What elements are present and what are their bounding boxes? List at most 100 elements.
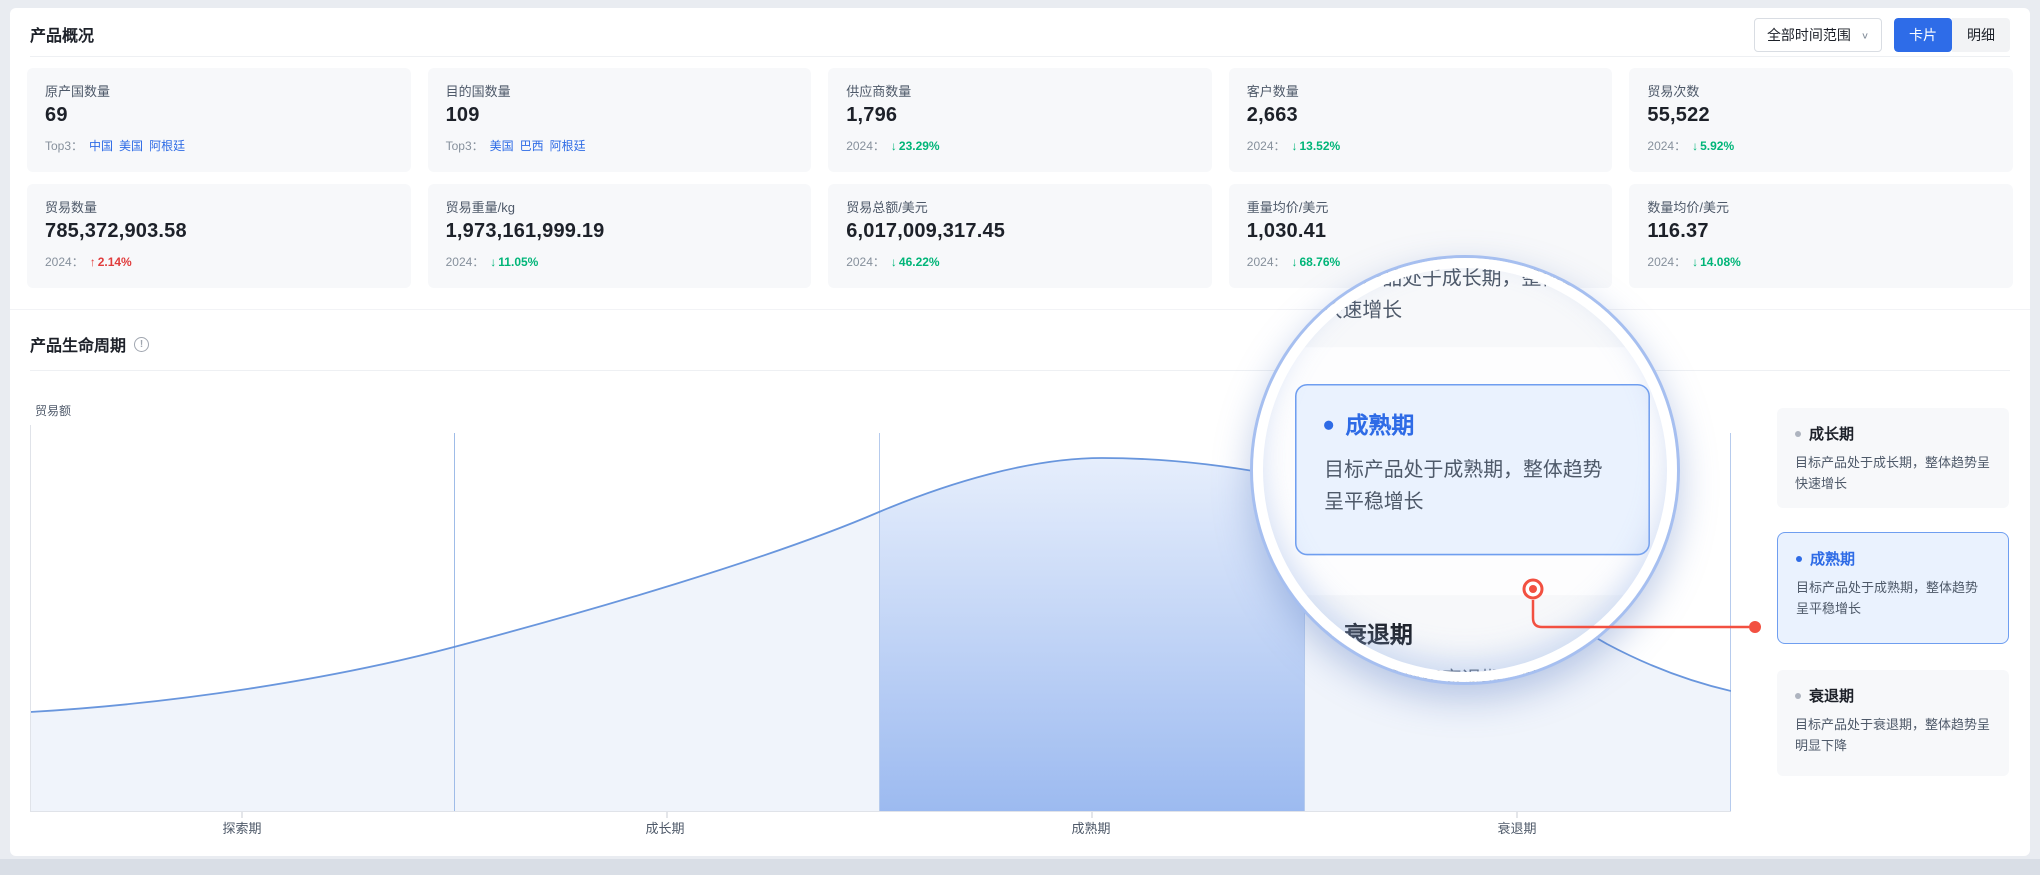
stat-label: 客户数量 [1247,81,1595,100]
stat-label: 数量均价/美元 [1647,197,1995,216]
stat-value: 1,973,161,999.19 [446,220,794,243]
top3-link[interactable]: 美国 [119,137,143,154]
stage-dot-icon [1795,431,1801,437]
year-label: 2024： [45,253,84,270]
stage-dot-icon [1324,420,1333,429]
stat-card-trade-weight: 贸易重量/kg 1,973,161,999.19 2024： ↓11.05% [428,184,812,288]
top3-link[interactable]: 阿根廷 [149,137,185,154]
stat-value: 785,372,903.58 [45,220,393,243]
dashboard: 产品概况 全部时间范围 ∨ 卡片 明细 原产国数量 69 Top3： 中国 美国 [0,0,2040,875]
stat-card-trade-quantity: 贸易数量 785,372,903.58 2024： ↑2.14% [27,184,411,288]
stage-dot-icon [1795,693,1801,699]
connector-end-dot [1749,621,1761,633]
stage-dot-icon [1796,556,1802,562]
stage-dot-icon [1323,630,1332,639]
stat-footnote: 2024： ↓14.08% [1647,253,1995,270]
year-label: 2024： [446,253,485,270]
stat-value: 1,796 [846,104,1194,127]
stat-card-customers: 客户数量 2,663 2024： ↓13.52% [1229,68,1613,172]
delta-badge: ↓13.52% [1292,139,1341,153]
view-toggle: 卡片 明细 [1894,18,2010,52]
stat-label: 原产国数量 [45,81,393,100]
stat-value: 6,017,009,317.45 [846,220,1194,243]
legend-card-maturity[interactable]: 成熟期 目标产品处于成熟期，整体趋势呈平稳增长 [1777,532,2009,644]
stage-label-maturity: 成熟期 [1021,818,1161,837]
delta-badge: ↓46.22% [891,255,940,269]
stat-card-origin-countries: 原产国数量 69 Top3： 中国 美国 阿根廷 [27,68,411,172]
view-card-button[interactable]: 卡片 [1894,18,1952,52]
arrow-down-icon: ↓ [1692,255,1698,269]
stat-card-grid: 原产国数量 69 Top3： 中国 美国 阿根廷 目的国数量 109 Top3：… [27,68,2013,288]
stat-footnote: Top3： 美国 巴西 阿根廷 [446,137,794,154]
stat-label: 贸易总额/美元 [846,197,1194,216]
stat-value: 2,663 [1247,104,1595,127]
stat-card-suppliers: 供应商数量 1,796 2024： ↓23.29% [828,68,1212,172]
year-label: 2024： [846,253,885,270]
stat-footnote: 2024： ↑2.14% [45,253,393,270]
magnified-legend-decline: 衰退期 目标产品处于衰退期，整体趋势呈明显下降 [1295,595,1650,685]
stat-footnote: 2024： ↓13.52% [1247,137,1595,154]
stat-value: 69 [45,104,393,127]
lifecycle-title: 产品生命周期 [30,332,126,356]
stat-label: 贸易数量 [45,197,393,216]
arrow-down-icon: ↓ [1292,139,1298,153]
delta-badge: ↓5.92% [1692,139,1734,153]
time-range-value: 全部时间范围 [1767,25,1851,45]
header-divider [30,56,2010,57]
lifecycle-title-row: 产品生命周期 ! [30,332,149,356]
delta-badge: ↓11.05% [490,255,538,269]
overview-controls: 全部时间范围 ∨ 卡片 明细 [1754,18,2010,52]
arrow-down-icon: ↓ [490,255,496,269]
magnified-legend-maturity: 成熟期 目标产品处于成熟期，整体趋势呈平稳增长 [1295,384,1650,555]
stage-label-decline: 衰退期 [1447,818,1587,837]
page-bottom-strip [0,859,2040,875]
legend-title: 衰退期 [1795,685,1991,706]
stat-value: 109 [446,104,794,127]
arrow-down-icon: ↓ [891,139,897,153]
top3-link[interactable]: 阿根廷 [550,137,586,154]
stat-label: 贸易次数 [1647,81,1995,100]
stat-footnote: Top3： 中国 美国 阿根廷 [45,137,393,154]
stage-label-exploration: 探索期 [172,818,312,837]
stat-label: 贸易重量/kg [446,197,794,216]
arrow-up-icon: ↑ [90,255,96,269]
stat-footnote: 2024： ↓5.92% [1647,137,1995,154]
stat-card-trade-count: 贸易次数 55,522 2024： ↓5.92% [1629,68,2013,172]
legend-title: 成长期 [1795,423,1991,444]
info-icon[interactable]: ! [134,337,149,352]
delta-badge: ↓14.08% [1692,255,1741,269]
chevron-down-icon: ∨ [1861,30,1869,40]
year-label: 2024： [1247,253,1286,270]
top3-link[interactable]: 中国 [89,137,113,154]
arrow-down-icon: ↓ [891,255,897,269]
stat-label: 重量均价/美元 [1247,197,1595,216]
stat-card-dest-countries: 目的国数量 109 Top3： 美国 巴西 阿根廷 [428,68,812,172]
delta-badge: ↑2.14% [90,255,132,269]
main-panel: 产品概况 全部时间范围 ∨ 卡片 明细 原产国数量 69 Top3： 中国 美国 [10,8,2030,856]
top3-label: Top3： [45,137,83,154]
delta-badge: ↓23.29% [891,139,940,153]
legend-card-decline[interactable]: 衰退期 目标产品处于衰退期，整体趋势呈明显下降 [1777,670,2009,776]
lifecycle-divider [30,370,2010,371]
stat-value: 55,522 [1647,104,1995,127]
stat-footnote: 2024： ↓46.22% [846,253,1194,270]
chart-y-axis-label: 贸易额 [35,402,71,419]
top3-link[interactable]: 美国 [490,137,514,154]
stat-card-trade-amount: 贸易总额/美元 6,017,009,317.45 2024： ↓46.22% [828,184,1212,288]
stat-value: 116.37 [1647,220,1995,243]
arrow-down-icon: ↓ [1692,139,1698,153]
legend-title: 成熟期 [1796,548,1990,569]
top3-label: Top3： [446,137,484,154]
legend-desc: 目标产品处于成熟期，整体趋势呈平稳增长 [1796,577,1990,619]
legend-desc: 目标产品处于衰退期，整体趋势呈明显下降 [1795,714,1991,756]
time-range-select[interactable]: 全部时间范围 ∨ [1754,18,1882,52]
view-detail-button[interactable]: 明细 [1952,18,2010,52]
year-label: 2024： [1247,137,1286,154]
stat-label: 目的国数量 [446,81,794,100]
year-label: 2024： [1647,253,1686,270]
legend-desc: 目标产品处于成长期，整体趋势呈快速增长 [1795,452,1991,494]
top3-link[interactable]: 巴西 [520,137,544,154]
legend-card-growth[interactable]: 成长期 目标产品处于成长期，整体趋势呈快速增长 [1777,408,2009,508]
stat-value: 1,030.41 [1247,220,1595,243]
magnified-legend-growth: 成长期 目标产品处于成长期，整体趋势呈快速增长 [1295,255,1650,347]
